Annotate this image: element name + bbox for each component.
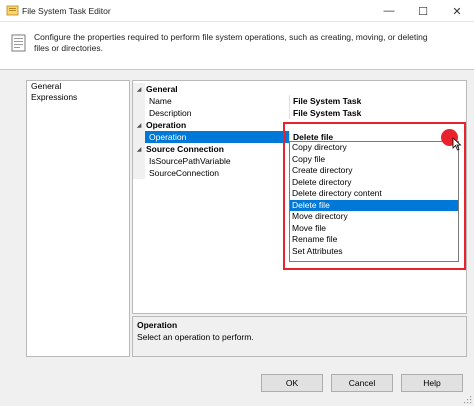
minimize-icon: — — [383, 5, 395, 17]
file-system-task-icon — [11, 34, 26, 52]
close-button[interactable]: ✕ — [440, 0, 474, 22]
help-button[interactable]: Help — [401, 374, 463, 392]
category-general[interactable]: ◢ General — [133, 83, 466, 95]
property-name: Description — [145, 107, 290, 119]
window-title: File System Task Editor — [22, 6, 111, 16]
property-row-description[interactable]: Description File System Task — [133, 107, 466, 119]
description-title: Operation — [137, 320, 178, 330]
header-description: Configure the properties required to per… — [34, 32, 428, 53]
ok-button[interactable]: OK — [261, 374, 323, 392]
category-label: Operation — [146, 120, 187, 130]
property-value[interactable]: File System Task — [291, 95, 466, 107]
cancel-button[interactable]: Cancel — [331, 374, 393, 392]
property-name: SourceConnection — [145, 167, 290, 179]
category-label: General — [146, 84, 178, 94]
navigation-pane: General Expressions — [26, 80, 130, 357]
property-name: Name — [145, 95, 290, 107]
resize-grip-icon[interactable] — [464, 396, 472, 404]
collapse-icon[interactable]: ◢ — [136, 86, 142, 93]
close-icon: ✕ — [452, 5, 462, 18]
annotation-highlight-box — [283, 122, 466, 270]
property-name: IsSourcePathVariable — [145, 155, 290, 167]
collapse-icon[interactable]: ◢ — [136, 122, 142, 129]
title-bar: File System Task Editor — ☐ ✕ — [0, 0, 474, 22]
mouse-pointer-icon — [452, 137, 462, 151]
property-name: Operation — [145, 131, 290, 143]
app-icon — [6, 5, 19, 16]
property-row-name[interactable]: Name File System Task — [133, 95, 466, 107]
dialog-header: Configure the properties required to per… — [0, 22, 474, 70]
category-label: Source Connection — [146, 144, 224, 154]
description-text: Select an operation to perform. — [137, 332, 254, 342]
nav-item-expressions[interactable]: Expressions — [27, 92, 129, 103]
maximize-button[interactable]: ☐ — [406, 0, 440, 22]
maximize-icon: ☐ — [418, 5, 428, 18]
collapse-icon[interactable]: ◢ — [136, 146, 142, 153]
property-description-panel: Operation Select an operation to perform… — [132, 316, 467, 357]
property-value[interactable]: File System Task — [291, 107, 466, 119]
nav-item-general[interactable]: General — [27, 81, 129, 92]
minimize-button[interactable]: — — [372, 0, 406, 22]
